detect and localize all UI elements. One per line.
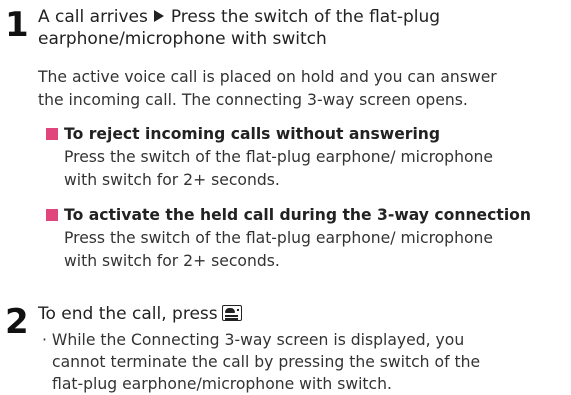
note-body-line-2: with switch for 2+ seconds. — [64, 252, 280, 270]
step-title-text: To end the call, press — [38, 304, 218, 324]
note-body-line-1: Press the switch of the flat-plug earpho… — [64, 229, 493, 247]
step-number: 2 — [5, 302, 29, 342]
note-body-line-1: Press the switch of the flat-plug earpho… — [64, 148, 493, 166]
note-square-icon — [46, 209, 58, 221]
step-title-line-1: A call arrives Press the switch of the fl… — [38, 6, 440, 28]
step-title-part-1: A call arrives — [38, 7, 148, 27]
note-heading-activate-held: To activate the held call during the 3-w… — [46, 204, 531, 226]
note-square-icon — [46, 128, 58, 140]
step-title-part-2: Press the switch of the flat-plug — [170, 7, 441, 27]
bullet-line-1: · While the Connecting 3-way screen is d… — [42, 331, 465, 349]
description-line-2: the incoming call. The connecting 3-way … — [38, 91, 468, 109]
note-body-line-2: with switch for 2+ seconds. — [64, 171, 280, 189]
step-number: 1 — [5, 5, 29, 45]
note-heading-text: To activate the held call during the 3-w… — [64, 206, 531, 224]
description-line-1: The active voice call is placed on hold … — [38, 68, 497, 86]
note-heading-text: To reject incoming calls without answeri… — [64, 125, 441, 143]
note-heading-reject: To reject incoming calls without answeri… — [46, 123, 440, 145]
step-title-line-2: earphone/microphone with switch — [38, 29, 327, 49]
triangle-right-icon — [153, 10, 164, 22]
step-title: To end the call, press — [38, 303, 242, 325]
bullet-line-2: cannot terminate the call by pressing th… — [52, 353, 481, 371]
end-call-key-icon — [221, 305, 242, 321]
